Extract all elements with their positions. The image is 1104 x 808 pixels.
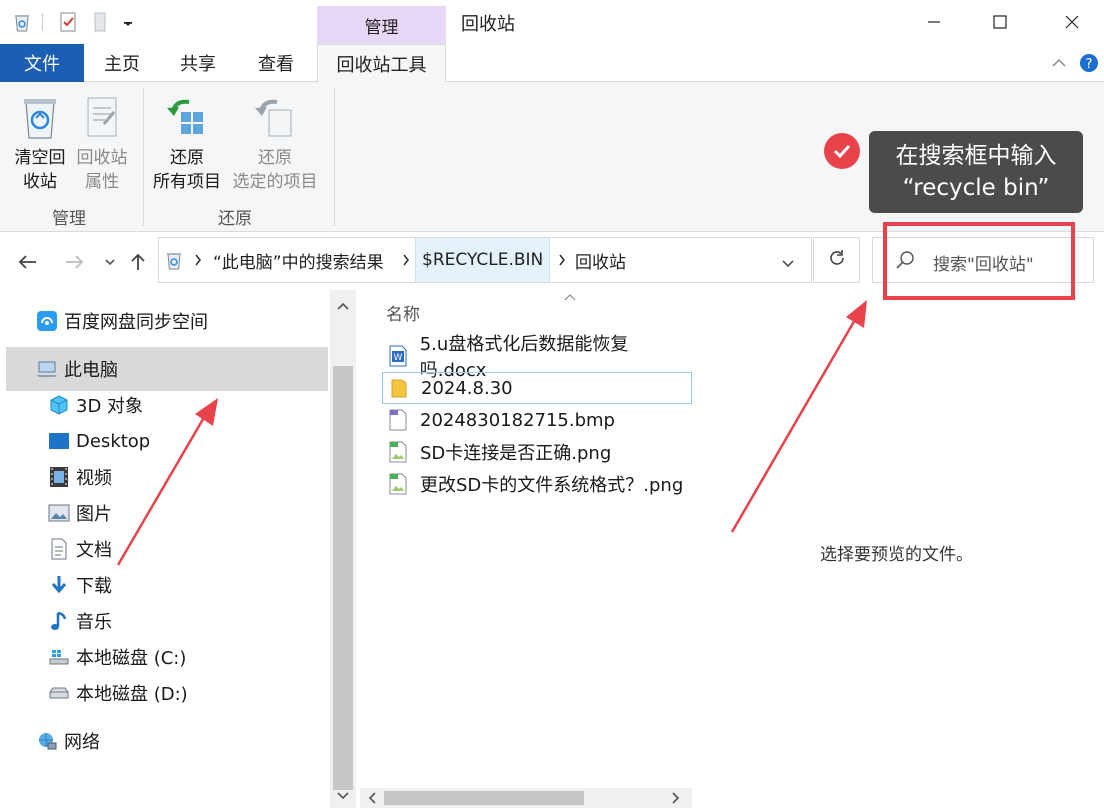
annotation-arrows xyxy=(116,300,867,566)
arrow-to-this-pc xyxy=(116,398,218,566)
arrow-to-search-box xyxy=(730,300,867,533)
